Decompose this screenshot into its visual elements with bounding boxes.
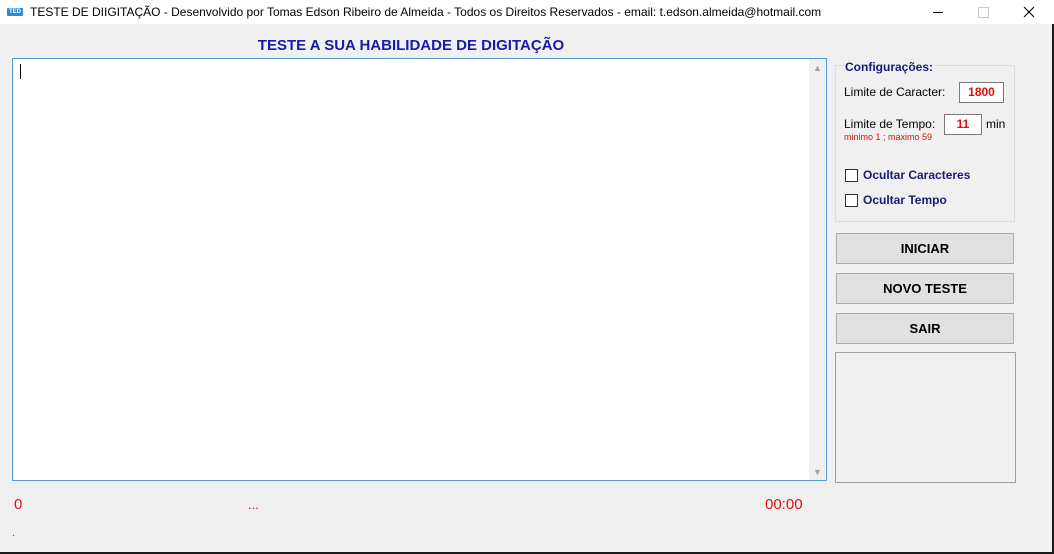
start-button[interactable]: INICIAR <box>836 233 1014 264</box>
hide-time-checkbox[interactable] <box>845 194 858 207</box>
minimize-icon <box>933 11 943 13</box>
page-title: TESTE A SUA HABILIDADE DE DIGITAÇÃO <box>257 37 565 54</box>
title-bar: TED TESTE DE DIIGITAÇÃO - Desenvolvido p… <box>0 0 1054 24</box>
hide-chars-label[interactable]: Ocultar Caracteres <box>863 168 970 182</box>
char-limit-label: Limite de Caracter: <box>844 85 946 99</box>
timer-display: 00:00 <box>765 496 803 513</box>
char-limit-input[interactable]: 1800 <box>959 82 1004 103</box>
settings-group: Configurações: Limite de Caracter: 1800 … <box>835 60 1015 222</box>
time-unit-label: min <box>986 117 1006 131</box>
exit-button[interactable]: SAIR <box>836 313 1014 344</box>
app-icon: TED <box>7 8 23 16</box>
close-icon <box>1023 6 1035 18</box>
close-button[interactable] <box>1006 0 1052 24</box>
footer-mark: . <box>12 528 15 539</box>
settings-title: Configurações: <box>844 60 935 74</box>
minimize-button[interactable] <box>915 0 961 24</box>
maximize-button[interactable] <box>960 0 1006 24</box>
scroll-down-icon[interactable]: ▼ <box>809 463 826 480</box>
vertical-scrollbar[interactable]: ▲ ▼ <box>809 59 826 480</box>
text-caret <box>20 64 21 79</box>
results-panel <box>835 352 1016 483</box>
window-title: TESTE DE DIIGITAÇÃO - Desenvolvido por T… <box>30 5 822 19</box>
progress-indicator: ... <box>248 497 259 512</box>
hide-chars-checkbox[interactable] <box>845 169 858 182</box>
time-limit-label: Limite de Tempo: <box>844 117 936 131</box>
new-test-button[interactable]: NOVO TESTE <box>836 273 1014 304</box>
char-count: 0 <box>14 496 23 513</box>
time-limit-input[interactable]: 11 <box>944 114 982 135</box>
hide-time-label[interactable]: Ocultar Tempo <box>863 193 947 207</box>
time-limit-hint: minimo 1 ; maximo 59 <box>844 132 933 142</box>
typing-area[interactable]: ▲ ▼ <box>12 58 827 481</box>
scroll-up-icon[interactable]: ▲ <box>809 59 826 76</box>
maximize-icon <box>977 6 989 18</box>
